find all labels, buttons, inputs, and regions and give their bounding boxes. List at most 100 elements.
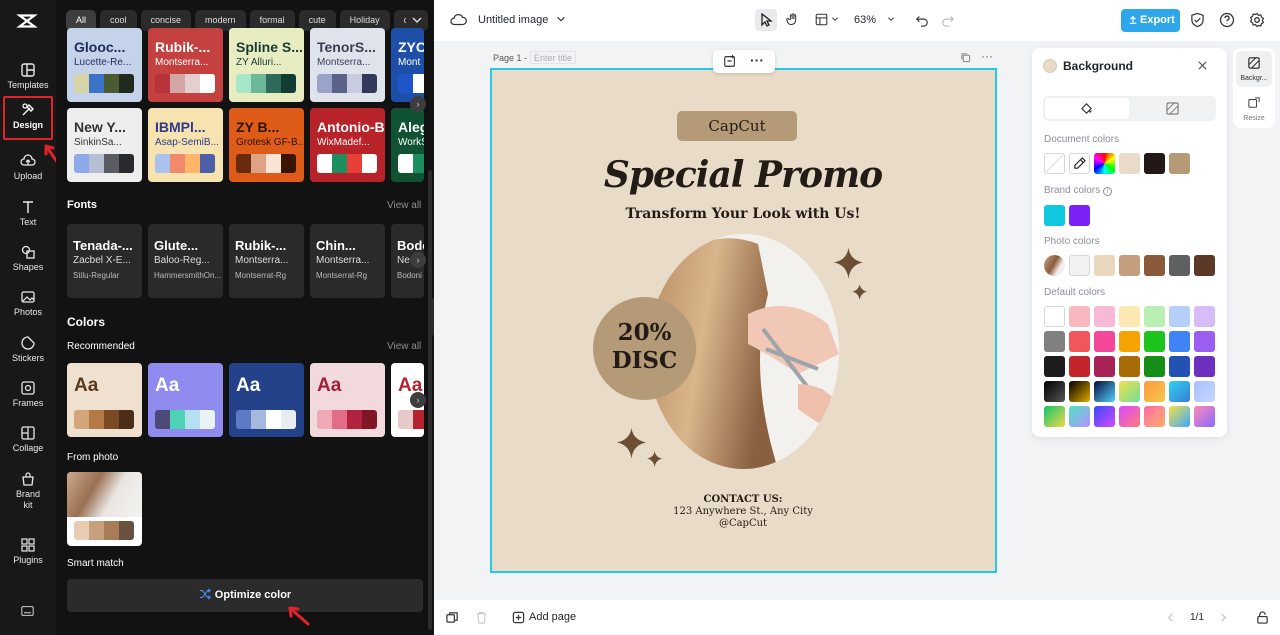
default-color-swatch[interactable] — [1069, 356, 1090, 377]
rail-text[interactable]: Text — [3, 195, 53, 239]
ai-edit-icon[interactable] — [723, 54, 737, 68]
sparkle-icon[interactable] — [852, 284, 870, 302]
gradient-swatch[interactable] — [1094, 381, 1115, 402]
chevron-down-icon[interactable] — [887, 15, 895, 23]
default-color-swatch[interactable] — [1044, 356, 1065, 377]
default-color-swatch[interactable] — [1169, 356, 1190, 377]
chevron-right-icon[interactable]: › — [410, 392, 426, 408]
trash-icon[interactable] — [475, 611, 488, 624]
color-palette-card[interactable]: Aa — [148, 363, 223, 437]
default-color-swatch[interactable] — [1194, 306, 1215, 327]
font-pair-card[interactable]: New Y... SinkinSa... — [67, 108, 142, 182]
sparkle-icon[interactable] — [647, 451, 665, 469]
chevron-down-icon[interactable] — [831, 15, 839, 23]
chevron-right-icon[interactable]: › — [410, 96, 426, 112]
resize-tab[interactable]: Resize — [1236, 93, 1272, 125]
default-color-swatch[interactable] — [1094, 331, 1115, 352]
default-color-swatch[interactable] — [1094, 306, 1115, 327]
promo-headline[interactable]: Special Promo — [560, 154, 926, 196]
default-color-swatch[interactable] — [1069, 306, 1090, 327]
color-palette-card[interactable]: Aa — [67, 363, 142, 437]
shield-icon[interactable] — [1190, 12, 1205, 28]
contact-block[interactable]: CONTACT US: 123 Anywhere St., Any City @… — [600, 494, 886, 530]
rail-collage[interactable]: Collage — [3, 421, 53, 465]
default-color-swatch[interactable] — [1069, 331, 1090, 352]
help-icon[interactable] — [1219, 12, 1235, 28]
eyedropper-button[interactable] — [1069, 153, 1090, 174]
rail-design[interactable]: Design — [3, 96, 53, 140]
pattern-icon[interactable] — [1166, 102, 1179, 115]
gradient-swatch[interactable] — [1194, 381, 1215, 402]
duplicate-page-icon[interactable] — [960, 52, 971, 63]
document-title[interactable]: Untitled image — [478, 14, 548, 26]
photo-color-swatch[interactable] — [1169, 255, 1190, 276]
chevron-down-icon[interactable] — [556, 14, 566, 24]
gradient-swatch[interactable] — [1144, 381, 1165, 402]
discount-badge[interactable]: 20% DISC — [593, 297, 696, 400]
font-pair-card[interactable]: Alegr WorkS — [391, 108, 424, 182]
settings-icon[interactable] — [1249, 12, 1265, 28]
default-color-swatch[interactable] — [1144, 306, 1165, 327]
gradient-swatch[interactable] — [1044, 381, 1065, 402]
gradient-swatch[interactable] — [1069, 381, 1090, 402]
info-icon[interactable]: i — [1102, 187, 1112, 196]
layers-icon[interactable] — [446, 611, 459, 624]
panel-scrollbar[interactable] — [428, 170, 432, 630]
font-pair-card[interactable]: Rubik-... Montserra... — [148, 28, 223, 102]
rail-photos[interactable]: Photos — [3, 285, 53, 329]
color-picker-rainbow-swatch[interactable] — [1094, 153, 1115, 174]
brand-color-swatch[interactable] — [1044, 205, 1065, 226]
hand-icon[interactable] — [786, 12, 800, 28]
gradient-swatch[interactable] — [1069, 406, 1090, 427]
font-pair-card[interactable]: Glooc... Lucette-Re... — [67, 28, 142, 102]
gradient-swatch[interactable] — [1194, 406, 1215, 427]
document-color-swatch[interactable] — [1144, 153, 1165, 174]
redo-icon[interactable] — [941, 13, 955, 27]
photo-color-swatch[interactable] — [1194, 255, 1215, 276]
default-color-swatch[interactable] — [1094, 356, 1115, 377]
document-color-swatch[interactable] — [1119, 153, 1140, 174]
gradient-swatch[interactable] — [1144, 406, 1165, 427]
add-page-icon[interactable] — [512, 611, 525, 624]
default-color-swatch[interactable] — [1119, 331, 1140, 352]
default-color-swatch[interactable] — [1194, 331, 1215, 352]
font-pair-card[interactable]: Antonio-Bold WixMadef... — [310, 108, 385, 182]
page-more-icon[interactable]: ··· — [981, 49, 993, 63]
font-card[interactable]: Rubik-... Montserra... Montserrat-Rg — [229, 224, 304, 298]
brand-color-swatch[interactable] — [1069, 205, 1090, 226]
select-tool-button[interactable] — [755, 9, 777, 31]
lock-icon[interactable] — [1256, 611, 1269, 624]
undo-icon[interactable] — [915, 13, 929, 27]
document-color-swatch[interactable] — [1169, 153, 1190, 174]
fill-mode-tab[interactable] — [1045, 98, 1129, 119]
default-color-swatch[interactable] — [1169, 331, 1190, 352]
sparkle-icon[interactable] — [617, 428, 651, 462]
font-card[interactable]: Glute... Baloo-Reg... HammersmithOn... — [148, 224, 223, 298]
rail-frames[interactable]: Frames — [3, 376, 53, 420]
font-pair-card[interactable]: Spline S... ZY Alluri... — [229, 28, 304, 102]
background-tab[interactable]: Backgr... — [1236, 51, 1272, 87]
keyboard-icon[interactable] — [20, 604, 35, 618]
no-color-swatch[interactable] — [1044, 153, 1065, 174]
more-options-icon[interactable]: ··· — [750, 52, 764, 68]
default-color-swatch[interactable] — [1119, 356, 1140, 377]
default-color-swatch[interactable] — [1194, 356, 1215, 377]
rail-brand-kit[interactable]: Brand kit — [3, 467, 53, 515]
font-card[interactable]: Chin... Montserra... Montserrat-Rg — [310, 224, 385, 298]
default-color-swatch[interactable] — [1044, 331, 1065, 352]
default-color-swatch[interactable] — [1144, 331, 1165, 352]
export-button[interactable]: Export — [1121, 9, 1180, 32]
promo-subtitle[interactable]: Transform Your Look with Us! — [560, 206, 926, 222]
layout-icon[interactable] — [815, 13, 828, 26]
capcut-label[interactable]: CapCut — [677, 111, 797, 141]
default-color-swatch[interactable] — [1169, 306, 1190, 327]
font-card[interactable]: Tenada-... Zacbel X-E... Stilu-Regular — [67, 224, 142, 298]
optimize-color-button[interactable]: Optimize color — [67, 579, 423, 612]
gradient-swatch[interactable] — [1169, 381, 1190, 402]
chevron-right-icon[interactable]: › — [410, 252, 426, 268]
close-icon[interactable] — [1197, 60, 1208, 71]
from-photo-card[interactable] — [67, 472, 142, 546]
color-palette-card[interactable]: Aa — [229, 363, 304, 437]
gradient-swatch[interactable] — [1094, 406, 1115, 427]
add-page-button[interactable]: Add page — [529, 611, 576, 623]
